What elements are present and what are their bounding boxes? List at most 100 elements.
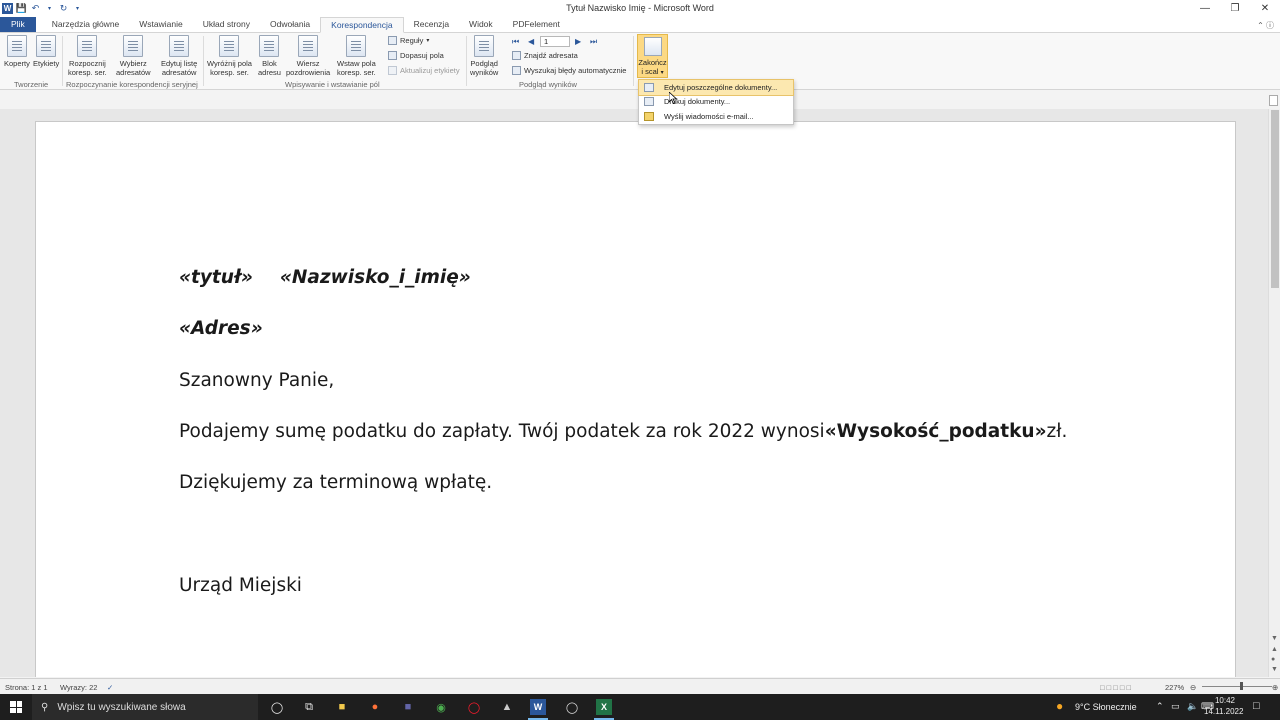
menu-item-print-documents[interactable]: Drukuj dokumenty... bbox=[639, 95, 793, 110]
update-labels-icon bbox=[388, 66, 397, 75]
customize-qat-icon[interactable]: ▾ bbox=[72, 3, 83, 14]
status-bar: Strona: 1 z 1 Wyrazy: 22 ✓ □ □ □ □ □ 227… bbox=[0, 678, 1280, 694]
windows-taskbar: ⚲ Wpisz tu wyszukiwane słowa ◯ ⧉ ■ ● ■ ◉… bbox=[0, 694, 1280, 720]
menu-item-edit-documents[interactable]: Edytuj poszczególne dokumenty... bbox=[638, 79, 794, 96]
taskbar-search[interactable]: ⚲ Wpisz tu wyszukiwane słowa bbox=[32, 694, 258, 720]
task-view-icon[interactable]: ⧉ bbox=[301, 699, 317, 715]
undo-dropdown-icon[interactable]: ▾ bbox=[44, 3, 55, 14]
undo-icon[interactable]: ↶ bbox=[30, 3, 41, 14]
view-buttons[interactable]: □ □ □ □ □ bbox=[1100, 683, 1131, 692]
chrome-icon[interactable]: ◉ bbox=[433, 699, 449, 715]
insert-merge-field-button[interactable]: Wstaw pola koresp. ser. bbox=[337, 35, 376, 77]
group-separator bbox=[466, 36, 467, 86]
help-icon[interactable]: ⓘ bbox=[1266, 21, 1274, 30]
firefox-icon[interactable]: ● bbox=[367, 699, 383, 715]
minimize-ribbon-icon[interactable]: ⌃ bbox=[1257, 21, 1264, 30]
tab-odwolania[interactable]: Odwołania bbox=[260, 17, 320, 32]
address-block-button[interactable]: Blok adresu bbox=[258, 35, 281, 77]
preview-results-button[interactable]: Podgląd wyników bbox=[470, 35, 498, 77]
greeting-line-button[interactable]: Wiersz pozdrowienia bbox=[286, 35, 330, 77]
browse-object-icon[interactable]: ● bbox=[1271, 656, 1275, 663]
envelopes-button[interactable]: Koperty bbox=[4, 35, 30, 69]
finish-merge-icon bbox=[643, 37, 662, 56]
cortana-icon[interactable]: ◯ bbox=[269, 699, 285, 715]
start-mail-merge-button[interactable]: Rozpocznij koresp. ser. bbox=[68, 35, 107, 77]
title-bar: W 💾 ↶ ▾ ↻ ▾ Tytuł Nazwisko Imię - Micros… bbox=[0, 0, 1280, 17]
first-record-icon[interactable]: ⏮ bbox=[512, 37, 519, 47]
network-icon[interactable]: ▭ bbox=[1171, 701, 1180, 712]
restore-button[interactable]: ❐ bbox=[1220, 0, 1250, 17]
teams-icon[interactable]: ■ bbox=[400, 699, 416, 715]
update-labels-button[interactable]: Aktualizuj etykiety bbox=[388, 66, 460, 75]
app-icon[interactable]: ▲ bbox=[499, 699, 515, 715]
tray-chevron-icon[interactable]: ⌃ bbox=[1156, 701, 1164, 712]
edit-documents-icon bbox=[644, 82, 654, 92]
zoom-slider-thumb[interactable] bbox=[1240, 682, 1243, 690]
redo-icon[interactable]: ↻ bbox=[58, 3, 69, 14]
menu-item-send-email[interactable]: Wyślij wiadomości e-mail... bbox=[639, 109, 793, 124]
tab-recenzja[interactable]: Recenzja bbox=[404, 17, 459, 32]
volume-icon[interactable]: 🔈 bbox=[1187, 701, 1198, 712]
rules-button[interactable]: Reguły ▾ bbox=[388, 36, 429, 45]
excel-taskbar-icon[interactable]: X bbox=[594, 699, 614, 720]
zoom-out-icon[interactable]: ⊖ bbox=[1190, 683, 1196, 692]
group-label-wpisywanie: Wpisywanie i wstawianie pól bbox=[285, 80, 380, 89]
minimize-button[interactable]: — bbox=[1190, 0, 1220, 17]
recorder-icon[interactable]: ◯ bbox=[564, 699, 580, 715]
auto-check-errors-button[interactable]: Wyszukaj błędy automatycznie bbox=[512, 66, 626, 75]
document-area: «tytuł» «Nazwisko_i_imię» «Adres» Szanown… bbox=[0, 109, 1268, 677]
scrollbar-thumb[interactable] bbox=[1271, 110, 1279, 288]
tab-korespondencja[interactable]: Korespondencja bbox=[320, 17, 404, 33]
zoom-level[interactable]: 227% bbox=[1165, 683, 1184, 692]
vertical-scrollbar[interactable]: ▼ ▲ ● ▼ bbox=[1268, 109, 1280, 677]
ribbon-right-icons: ⌃ ⓘ bbox=[1257, 20, 1274, 31]
merge-field-address[interactable]: «Adres» bbox=[179, 318, 263, 339]
last-record-icon[interactable]: ⏭ bbox=[590, 37, 597, 47]
edit-recipient-list-button[interactable]: Edytuj listę adresatów bbox=[161, 35, 197, 77]
tab-wstawianie[interactable]: Wstawianie bbox=[129, 17, 192, 32]
clock-date[interactable]: 14.11.2022 bbox=[1204, 707, 1243, 716]
word-count[interactable]: Wyrazy: 22 bbox=[60, 683, 97, 692]
zoom-slider[interactable] bbox=[1202, 686, 1272, 687]
document-page[interactable]: «tytuł» «Nazwisko_i_imię» «Adres» Szanown… bbox=[35, 121, 1236, 677]
select-recipients-button[interactable]: Wybierz adresatów bbox=[116, 35, 151, 77]
match-fields-button[interactable]: Dopasuj pola bbox=[388, 51, 444, 60]
finish-and-merge-button[interactable]: Zakończ i scal ▾ bbox=[637, 34, 668, 78]
next-record-icon[interactable]: ▶ bbox=[575, 37, 581, 46]
merge-field-name[interactable]: «Nazwisko_i_imię» bbox=[280, 267, 471, 288]
labels-button[interactable]: Etykiety bbox=[33, 35, 59, 69]
preview-icon bbox=[474, 35, 495, 57]
zoom-in-icon[interactable]: ⊕ bbox=[1272, 683, 1278, 692]
merge-field-title[interactable]: «tytuł» bbox=[179, 267, 253, 288]
find-recipient-button[interactable]: Znajdź adresata bbox=[512, 51, 578, 60]
tab-narzedzia-glowne[interactable]: Narzędzia główne bbox=[42, 17, 130, 32]
tab-plik[interactable]: Plik bbox=[0, 17, 36, 32]
highlight-merge-fields-button[interactable]: Wyróżnij pola koresp. ser. bbox=[207, 35, 252, 77]
file-explorer-icon[interactable]: ■ bbox=[334, 699, 350, 715]
tab-uklad-strony[interactable]: Układ strony bbox=[193, 17, 260, 32]
greeting-line-icon bbox=[298, 35, 319, 57]
word-taskbar-icon[interactable]: W bbox=[528, 699, 548, 720]
weather-icon[interactable]: ● bbox=[1056, 699, 1063, 713]
save-icon[interactable]: 💾 bbox=[16, 3, 27, 14]
scroll-down-icon[interactable]: ▼ bbox=[1271, 635, 1278, 642]
check-errors-icon bbox=[512, 66, 521, 75]
tab-widok[interactable]: Widok bbox=[459, 17, 503, 32]
record-number-field[interactable]: 1 bbox=[540, 36, 570, 47]
group-label-podglad: Podgląd wyników bbox=[519, 80, 577, 89]
notification-icon[interactable]: □ bbox=[1253, 700, 1260, 712]
merge-field-tax[interactable]: «Wysokość_podatku» bbox=[825, 421, 1047, 442]
weather-text[interactable]: 9°C Słonecznie bbox=[1075, 702, 1137, 712]
clock-time[interactable]: 10:42 bbox=[1213, 696, 1237, 705]
next-page-icon[interactable]: ▼ bbox=[1271, 666, 1278, 673]
previous-record-icon[interactable]: ◀ bbox=[528, 37, 534, 46]
previous-page-icon[interactable]: ▲ bbox=[1271, 646, 1278, 653]
tab-pdfelement[interactable]: PDFelement bbox=[503, 17, 570, 32]
ruler-toggle-button[interactable] bbox=[1269, 95, 1278, 106]
opera-icon[interactable]: ◯ bbox=[466, 699, 482, 715]
close-button[interactable]: ✕ bbox=[1250, 0, 1280, 17]
start-button[interactable] bbox=[0, 694, 32, 720]
page-count[interactable]: Strona: 1 z 1 bbox=[5, 683, 48, 692]
proofing-icon[interactable]: ✓ bbox=[107, 683, 113, 692]
find-icon bbox=[512, 51, 521, 60]
